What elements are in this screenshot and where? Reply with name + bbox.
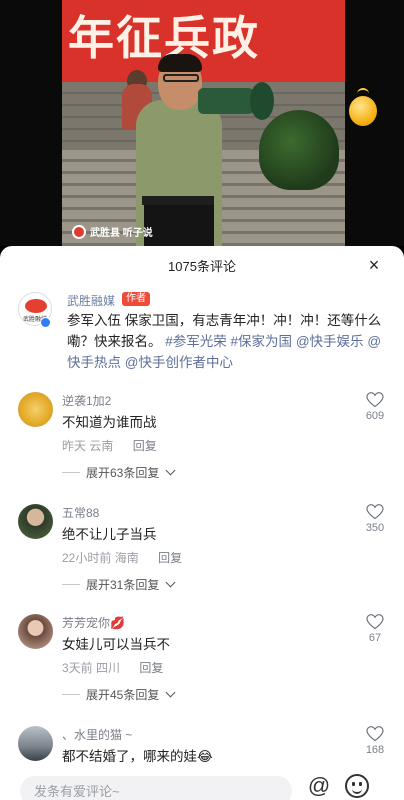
officer-hair — [158, 54, 202, 72]
like-button[interactable]: 168 — [362, 726, 388, 756]
close-icon[interactable]: × — [364, 255, 384, 275]
officer-belt — [142, 196, 214, 205]
hashtag-link[interactable]: #参军光荣 — [165, 334, 227, 349]
comment-username[interactable]: 逆袭1加2 — [62, 392, 111, 409]
reply-button[interactable]: 回复 — [133, 439, 157, 453]
author-logo-icon — [25, 299, 47, 313]
comments-header: 1075条评论 × — [0, 246, 404, 284]
like-count: 609 — [365, 410, 385, 422]
like-button[interactable]: 609 — [362, 392, 388, 422]
mention-link[interactable]: @快手创作者中心 — [125, 355, 233, 370]
comments-panel: 1075条评论 × 武胜融媒 武胜融媒 作者 参军入伍 保家卫国，有志青年冲！冲… — [0, 246, 404, 800]
chevron-down-icon — [165, 687, 176, 698]
heart-icon — [366, 614, 384, 630]
mention-link[interactable]: @快手娱乐 — [296, 334, 364, 349]
comment-time: 3天前 — [62, 661, 93, 675]
reply-button[interactable]: 回复 — [158, 551, 182, 565]
comments-count-title: 1075条评论 — [168, 258, 236, 274]
comment-time: 昨天 — [62, 439, 87, 453]
like-count: 350 — [365, 522, 385, 534]
video-frame: 年征兵政 武胜县 听子说 — [62, 0, 345, 246]
app-root: 年征兵政 武胜县 听子说 1075条评论 × 武胜融媒 武胜融媒 作者 参军入伍… — [0, 0, 404, 800]
heart-icon — [366, 392, 384, 408]
comment-location: 云南 — [89, 439, 114, 453]
verified-icon — [40, 317, 51, 328]
comment-time: 22小时前 — [62, 551, 112, 565]
comment-meta: 3天前 四川 回复 — [62, 659, 163, 676]
like-count: 168 — [365, 744, 385, 756]
comment-meta: 22小时前 海南 回复 — [62, 549, 182, 566]
comment-input[interactable] — [20, 776, 292, 800]
mention-at-icon[interactable]: @ — [307, 774, 331, 798]
comment-username[interactable]: 五常88 — [62, 504, 99, 521]
post-text: 参军入伍 保家卫国，有志青年冲！冲！冲！还等什么嘞？快来报名。 #参军光荣 #保… — [67, 310, 389, 373]
recruitment-banner: 年征兵政 — [62, 0, 345, 82]
comment-input-box[interactable] — [20, 776, 292, 800]
watermark-text: 武胜县 听子说 — [90, 228, 153, 239]
expand-replies-label: 展开31条回复 — [86, 578, 160, 592]
chevron-down-icon — [165, 577, 176, 588]
officer-glasses — [163, 74, 199, 82]
chevron-down-icon — [165, 465, 176, 476]
expand-replies-button[interactable]: 展开45条回复 — [62, 686, 176, 703]
hashtag-link[interactable]: #保家为国 — [231, 334, 293, 349]
divider-line — [62, 472, 80, 473]
author-name[interactable]: 武胜融媒 — [67, 292, 115, 309]
watermark-logo-icon — [72, 224, 86, 239]
comment-text: 女娃儿可以当兵不 — [62, 637, 170, 652]
megaphone-bell — [250, 82, 274, 120]
officer-pants — [144, 205, 214, 246]
plant — [259, 110, 339, 190]
comment-username[interactable]: 芳芳宠你💋 — [62, 614, 125, 631]
like-button[interactable]: 350 — [362, 504, 388, 534]
comment-meta: 昨天 云南 回复 — [62, 437, 157, 454]
comment-location: 海南 — [114, 551, 139, 565]
reply-button[interactable]: 回复 — [139, 661, 163, 675]
like-button[interactable]: 67 — [362, 614, 388, 644]
user-avatar[interactable] — [18, 726, 53, 761]
video-watermark: 武胜县 听子说 — [72, 224, 153, 239]
divider-line — [62, 694, 80, 695]
emoji-icon[interactable] — [345, 774, 369, 798]
user-avatar[interactable] — [18, 392, 53, 427]
expand-replies-button[interactable]: 展开31条回复 — [62, 576, 176, 593]
comment-input-bar: @ — [0, 770, 404, 800]
comment-username[interactable]: 、水里的猫 ~ — [62, 726, 132, 743]
gold-coin-reward-icon[interactable] — [349, 88, 377, 126]
like-count: 67 — [368, 632, 382, 644]
user-avatar[interactable] — [18, 504, 53, 539]
comment-text: 不知道为谁而战 — [62, 415, 157, 430]
comment-text: 绝不让儿子当兵 — [62, 527, 157, 542]
video-player[interactable]: 年征兵政 武胜县 听子说 — [0, 0, 404, 246]
comment-text: 都不结婚了，哪来的娃😂 — [62, 749, 213, 764]
heart-icon — [366, 726, 384, 742]
comment-location: 四川 — [96, 661, 121, 675]
expand-replies-label: 展开45条回复 — [86, 688, 160, 702]
divider-line — [62, 584, 80, 585]
user-avatar[interactable] — [18, 614, 53, 649]
expand-replies-button[interactable]: 展开63条回复 — [62, 464, 176, 481]
author-badge: 作者 — [122, 292, 150, 306]
expand-replies-label: 展开63条回复 — [86, 466, 160, 480]
heart-icon — [366, 504, 384, 520]
